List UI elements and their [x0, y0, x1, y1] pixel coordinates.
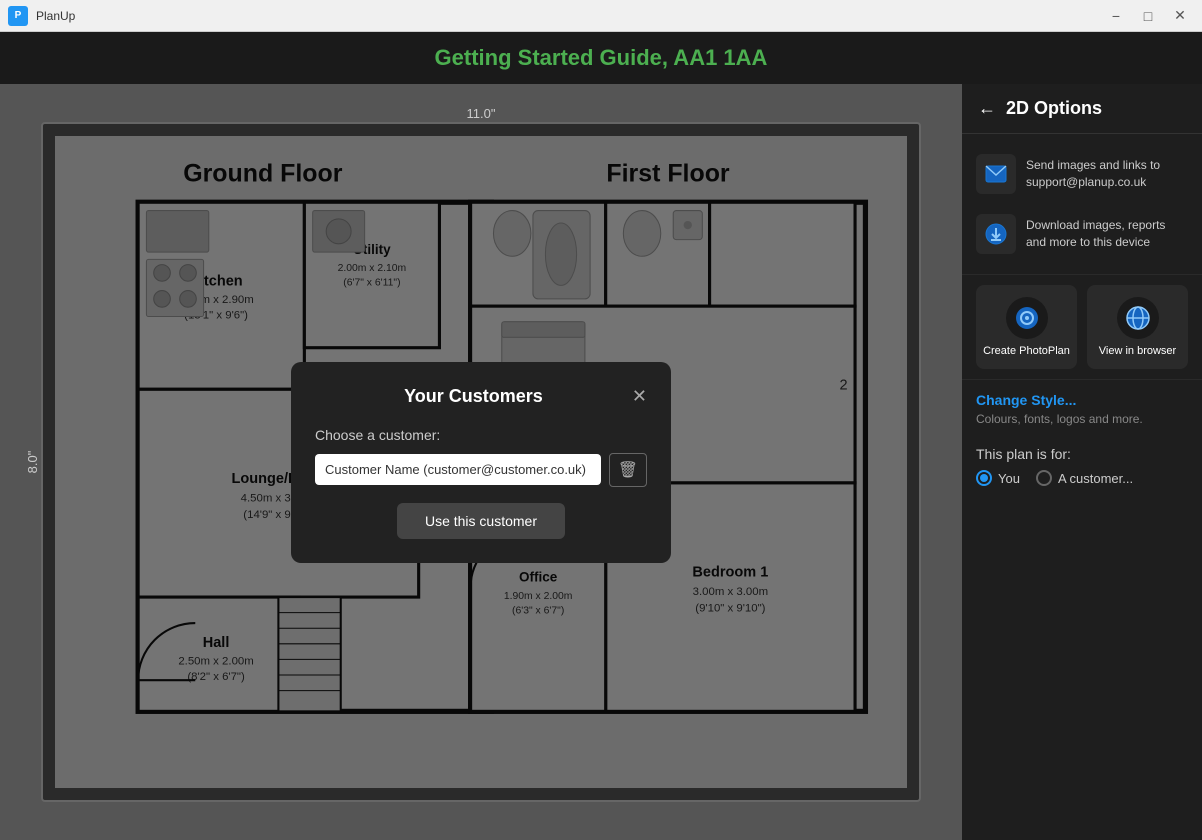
- panel-title: 2D Options: [1006, 98, 1102, 119]
- radio-customer-dot: [1036, 470, 1052, 486]
- dialog-overlay: Your Customers ✕ Choose a customer: Cust…: [55, 136, 907, 788]
- page-title: Getting Started Guide, AA1 1AA: [435, 45, 768, 71]
- change-style-link[interactable]: Change Style...: [962, 380, 1202, 412]
- customer-select-row: Customer Name (customer@customer.co.uk) …: [315, 453, 647, 487]
- dimension-left: 8.0": [25, 451, 40, 474]
- view-in-browser-button[interactable]: View in browser: [1087, 285, 1188, 369]
- download-icon: [976, 214, 1016, 254]
- send-email-text: Send images and links to support@planup.…: [1026, 157, 1188, 191]
- panel-header: ← 2D Options: [962, 84, 1202, 134]
- title-bar: P PlanUp − □ ✕: [0, 0, 1202, 32]
- use-customer-button[interactable]: Use this customer: [397, 503, 565, 539]
- your-customers-dialog: Your Customers ✕ Choose a customer: Cust…: [291, 362, 671, 563]
- right-panel: ← 2D Options Send images and links to su…: [962, 84, 1202, 840]
- minimize-button[interactable]: −: [1102, 6, 1130, 26]
- send-email-action[interactable]: Send images and links to support@planup.…: [976, 144, 1188, 204]
- dialog-title: Your Customers: [315, 386, 632, 407]
- window-controls: − □ ✕: [1102, 6, 1194, 26]
- dialog-close-button[interactable]: ✕: [632, 387, 647, 405]
- customer-select[interactable]: Customer Name (customer@customer.co.uk): [315, 454, 601, 485]
- download-text: Download images, reports and more to thi…: [1026, 217, 1188, 251]
- panel-buttons-row: Create PhotoPlan View in browser: [962, 275, 1202, 380]
- app-name: PlanUp: [36, 9, 75, 23]
- dialog-header: Your Customers ✕: [315, 386, 647, 407]
- dimension-top: 11.0": [467, 106, 496, 121]
- floorplan-area: 11.0" 8.0" Ground Floor First Floor Kitc…: [0, 84, 962, 840]
- email-icon: [976, 154, 1016, 194]
- app-logo: P: [8, 6, 28, 26]
- maximize-button[interactable]: □: [1134, 6, 1162, 26]
- browser-icon: [1117, 297, 1159, 339]
- download-action[interactable]: Download images, reports and more to thi…: [976, 204, 1188, 264]
- close-button[interactable]: ✕: [1166, 6, 1194, 26]
- create-photoplan-button[interactable]: Create PhotoPlan: [976, 285, 1077, 369]
- radio-you-dot: [976, 470, 992, 486]
- delete-customer-button[interactable]: 🗑: [609, 453, 647, 487]
- floorplan-inner: Ground Floor First Floor Kitchen 4.00m x…: [55, 136, 907, 788]
- radio-you[interactable]: You: [976, 470, 1020, 486]
- create-photoplan-label: Create PhotoPlan: [983, 345, 1070, 357]
- header-bar: Getting Started Guide, AA1 1AA: [0, 32, 1202, 84]
- radio-row: You A customer...: [976, 470, 1188, 486]
- radio-you-label: You: [998, 471, 1020, 486]
- floorplan-outer: 11.0" 8.0" Ground Floor First Floor Kitc…: [41, 122, 921, 802]
- radio-customer[interactable]: A customer...: [1036, 470, 1133, 486]
- choose-customer-label: Choose a customer:: [315, 427, 647, 443]
- title-bar-left: P PlanUp: [8, 6, 75, 26]
- plan-is-for-section: This plan is for: You A customer...: [962, 438, 1202, 498]
- panel-send-section: Send images and links to support@planup.…: [962, 134, 1202, 275]
- plan-is-for-label: This plan is for:: [976, 446, 1188, 462]
- photoplan-icon: [1006, 297, 1048, 339]
- panel-back-button[interactable]: ←: [978, 98, 996, 119]
- radio-customer-label: A customer...: [1058, 471, 1133, 486]
- view-in-browser-label: View in browser: [1099, 345, 1176, 357]
- change-style-sub: Colours, fonts, logos and more.: [962, 412, 1202, 438]
- main-content: 11.0" 8.0" Ground Floor First Floor Kitc…: [0, 84, 1202, 840]
